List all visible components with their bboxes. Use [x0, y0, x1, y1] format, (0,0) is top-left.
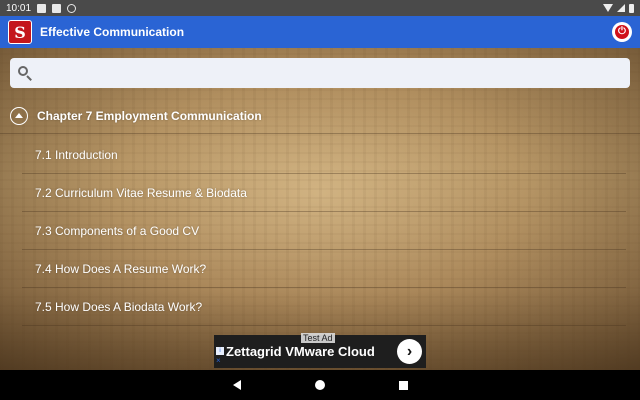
ad-text: Zettagrid VMware Cloud [226, 344, 375, 359]
chevron-right-icon: › [406, 342, 413, 360]
power-icon: ⏻ [615, 25, 629, 39]
ad-arrow-button[interactable]: › [397, 339, 422, 364]
wifi-icon [603, 4, 613, 12]
back-icon[interactable] [232, 380, 241, 390]
app-logo-text: S [14, 22, 26, 42]
topic-label: 7.5 How Does A Biodata Work? [35, 299, 203, 314]
notification-icon [37, 3, 47, 13]
status-time: 10:01 [6, 2, 32, 14]
sync-icon [67, 3, 77, 13]
app-bar: S Effective Communication ⏻ [0, 16, 640, 48]
topic-label: 7.3 Components of a Good CV [35, 223, 200, 238]
topic-item[interactable]: 7.2 Curriculum Vitae Resume & Biodata [22, 174, 626, 212]
status-left: 10:01 [6, 2, 77, 14]
search-box[interactable] [10, 58, 630, 88]
system-nav-bar [0, 370, 640, 400]
topic-label: 7.4 How Does A Resume Work? [35, 261, 207, 276]
topic-label: 7.2 Curriculum Vitae Resume & Biodata [35, 185, 247, 200]
battery-icon [629, 3, 634, 13]
app-logo: S [8, 20, 32, 44]
search-icon [18, 66, 32, 81]
topic-label: 7.1 Introduction [35, 147, 118, 162]
topic-item[interactable]: 7.5 How Does A Biodata Work? [22, 288, 626, 326]
power-button[interactable]: ⏻ [612, 22, 632, 42]
topic-item[interactable]: 7.4 How Does A Resume Work? [22, 250, 626, 288]
power-symbol: ⏻ [618, 26, 626, 37]
home-icon[interactable] [314, 380, 325, 390]
topic-item[interactable]: 7.1 Introduction [22, 136, 626, 174]
chapter-title: Chapter 7 Employment Communication [37, 108, 262, 123]
topic-item[interactable]: 7.3 Components of a Good CV [22, 212, 626, 250]
search-input[interactable] [40, 66, 622, 80]
signal-icon [617, 4, 625, 12]
ad-banner[interactable]: Test Ad i × Zettagrid VMware Cloud › [214, 333, 426, 368]
ad-close-icon[interactable]: × [216, 357, 224, 365]
status-bar: 10:01 [0, 0, 640, 16]
ad-info-icon[interactable]: i [216, 347, 224, 355]
content-area: Chapter 7 Employment Communication 7.1 I… [0, 48, 640, 370]
status-right [603, 3, 634, 13]
sim-icon [52, 3, 62, 13]
app-title: Effective Communication [40, 25, 185, 39]
ad-test-tag: Test Ad [301, 333, 335, 343]
chevron-up-icon [15, 113, 23, 118]
recents-icon[interactable] [398, 380, 408, 390]
topic-list: 7.1 Introduction 7.2 Curriculum Vitae Re… [0, 136, 640, 326]
chapter-header[interactable]: Chapter 7 Employment Communication [0, 98, 640, 134]
collapse-icon[interactable] [10, 106, 28, 125]
